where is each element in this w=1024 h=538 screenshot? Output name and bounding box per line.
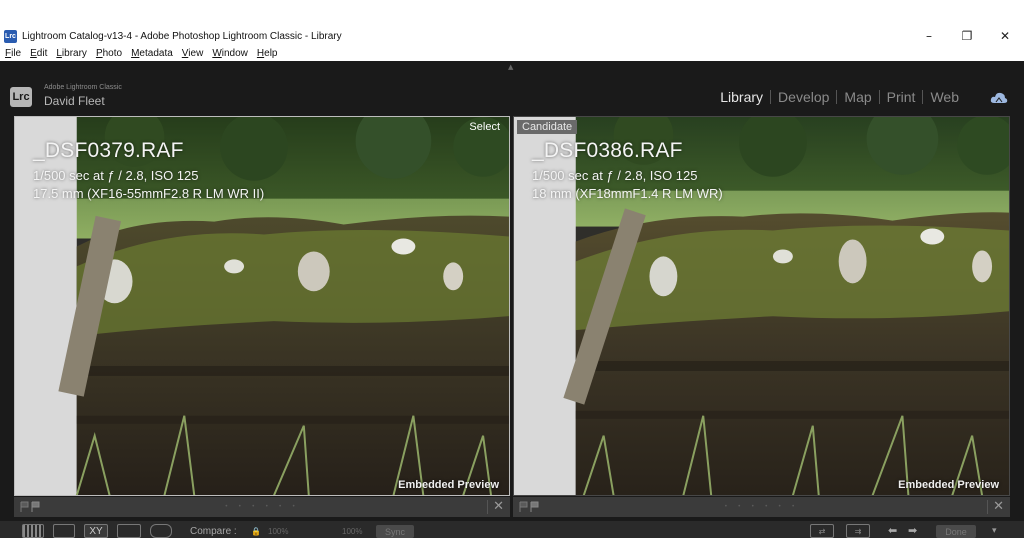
top-strip (0, 0, 1024, 27)
candidate-exposure: 1/500 sec at ƒ / 2.8, ISO 125 (532, 168, 698, 183)
flag-icon[interactable] (20, 501, 42, 513)
select-lens: 17.5 mm (XF16-55mmF2.8 R LM WR II) (33, 186, 265, 201)
lightroom-app-icon: Lrc (4, 29, 17, 43)
select-filename: _DSF0379.RAF (33, 139, 184, 162)
select-label: Select (469, 121, 500, 133)
menu-window[interactable]: Window (212, 48, 248, 59)
candidate-footer: • • • • • • ✕ (513, 497, 1010, 517)
lightroom-workspace: ▲ Lrc Adobe Lightroom Classic David Flee… (0, 61, 1024, 538)
restore-button[interactable]: ❐ (948, 27, 986, 45)
candidate-label: Candidate (517, 120, 578, 134)
select-exposure: 1/500 sec at ƒ / 2.8, ISO 125 (33, 168, 199, 183)
product-name: Adobe Lightroom Classic (44, 84, 122, 91)
zoom-right-value: 100% (342, 527, 363, 536)
toolbar: XY Compare : 🔒 100% 100% Sync ⇄ ⇉ ⬅ ➡ Do… (0, 521, 1024, 538)
swap-icon[interactable]: ⇄ (810, 524, 834, 538)
footer-divider (487, 500, 488, 514)
module-print[interactable]: Print (880, 89, 923, 105)
window-title: Lightroom Catalog-v13-4 - Adobe Photosho… (22, 30, 342, 42)
sync-button[interactable]: Sync (376, 525, 414, 538)
candidate-filename: _DSF0386.RAF (532, 139, 683, 162)
select-preview-status: Embedded Preview (398, 479, 499, 491)
select-info-overlay: _DSF0379.RAF 1/500 sec at ƒ / 2.8, ISO 1… (33, 139, 264, 201)
menu-bar: File Edit Library Photo Metadata View Wi… (0, 45, 1024, 61)
select-pane[interactable]: Select _DSF0379.RAF 1/500 sec at ƒ / 2.8… (14, 116, 510, 496)
people-view-icon[interactable] (150, 524, 172, 538)
identity-plate: Lrc Adobe Lightroom Classic David Fleet … (0, 77, 1024, 116)
zoom-left-value: 100% (268, 527, 289, 536)
module-picker: Library Develop Map Print Web (713, 89, 966, 105)
toolbar-menu-chevron-icon[interactable]: ▾ (992, 525, 997, 536)
footer-divider (987, 500, 988, 514)
menu-library[interactable]: Library (56, 48, 87, 59)
lock-icon[interactable]: 🔒 (251, 527, 261, 536)
menu-edit[interactable]: Edit (30, 48, 47, 59)
menu-view[interactable]: View (182, 48, 204, 59)
top-panel-toggle-icon[interactable]: ▲ (508, 63, 513, 71)
compare-label: Compare : (190, 526, 237, 537)
candidate-info-overlay: _DSF0386.RAF 1/500 sec at ƒ / 2.8, ISO 1… (532, 139, 723, 201)
candidate-pane[interactable]: Candidate _DSF0386.RAF 1/500 sec at ƒ / … (513, 116, 1010, 496)
close-select-icon[interactable]: ✕ (493, 499, 504, 514)
menu-metadata[interactable]: Metadata (131, 48, 173, 59)
survey-view-icon[interactable] (117, 524, 141, 538)
select-footer: • • • • • • ✕ (14, 497, 510, 517)
lrc-logo: Lrc (10, 87, 32, 107)
rating-dots[interactable]: • • • • • • (225, 503, 300, 510)
module-web[interactable]: Web (923, 89, 966, 105)
loupe-view-icon[interactable] (53, 524, 75, 538)
compare-view-icon[interactable]: XY (84, 524, 108, 538)
title-bar: Lrc Lightroom Catalog-v13-4 - Adobe Phot… (0, 27, 1024, 45)
close-button[interactable]: ✕ (986, 27, 1024, 45)
previous-arrow-icon[interactable]: ⬅ (888, 524, 897, 537)
menu-photo[interactable]: Photo (96, 48, 122, 59)
done-button[interactable]: Done (936, 525, 976, 538)
next-arrow-icon[interactable]: ➡ (908, 524, 917, 537)
candidate-lens: 18 mm (XF18mmF1.4 R LM WR) (532, 186, 723, 201)
minimize-button[interactable]: – (910, 27, 948, 45)
window-controls: – ❐ ✕ (910, 27, 1024, 45)
module-library[interactable]: Library (713, 89, 770, 105)
module-map[interactable]: Map (837, 89, 878, 105)
user-name: David Fleet (44, 94, 105, 108)
grid-view-icon[interactable] (22, 524, 44, 538)
candidate-preview-status: Embedded Preview (898, 479, 999, 491)
make-select-icon[interactable]: ⇉ (846, 524, 870, 538)
module-develop[interactable]: Develop (771, 89, 836, 105)
close-candidate-icon[interactable]: ✕ (993, 499, 1004, 514)
flag-icon[interactable] (519, 501, 541, 513)
menu-file[interactable]: File (5, 48, 21, 59)
menu-help[interactable]: Help (257, 48, 278, 59)
cloud-sync-icon[interactable] (990, 91, 1008, 105)
rating-dots[interactable]: • • • • • • (724, 503, 799, 510)
